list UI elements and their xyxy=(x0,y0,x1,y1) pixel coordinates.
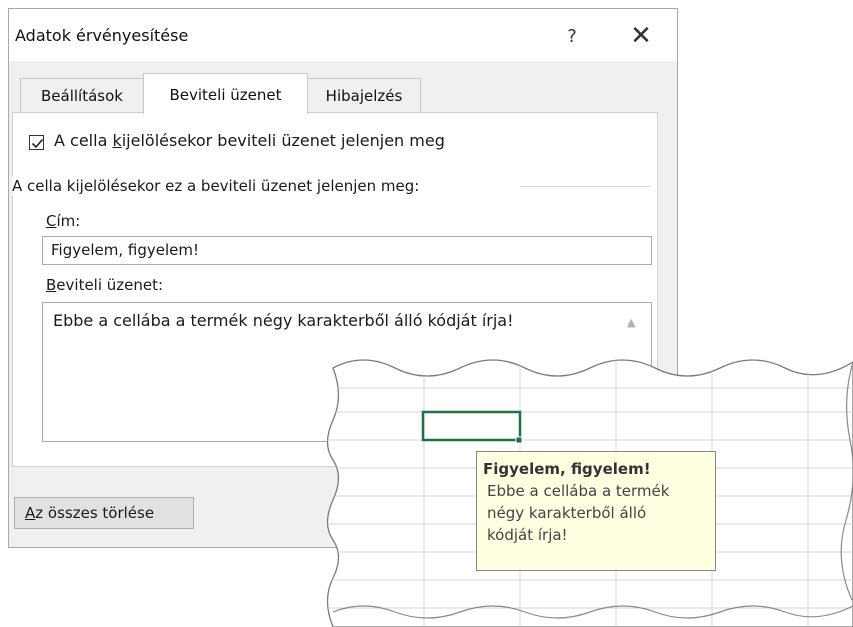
tooltip-line: négy karakterből álló xyxy=(487,504,647,522)
fill-handle xyxy=(515,436,523,444)
input-message-tooltip: Figyelem, figyelem! Ebbe a cellába a ter… xyxy=(476,451,716,571)
tooltip-line: kódját írja! xyxy=(487,526,568,544)
tooltip-title: Figyelem, figyelem! xyxy=(483,460,651,478)
worksheet-excerpt xyxy=(326,359,853,627)
tooltip-line: Ebbe a cellába a termék xyxy=(487,482,670,500)
tab-input-message[interactable]: Beviteli üzenet xyxy=(143,73,308,114)
